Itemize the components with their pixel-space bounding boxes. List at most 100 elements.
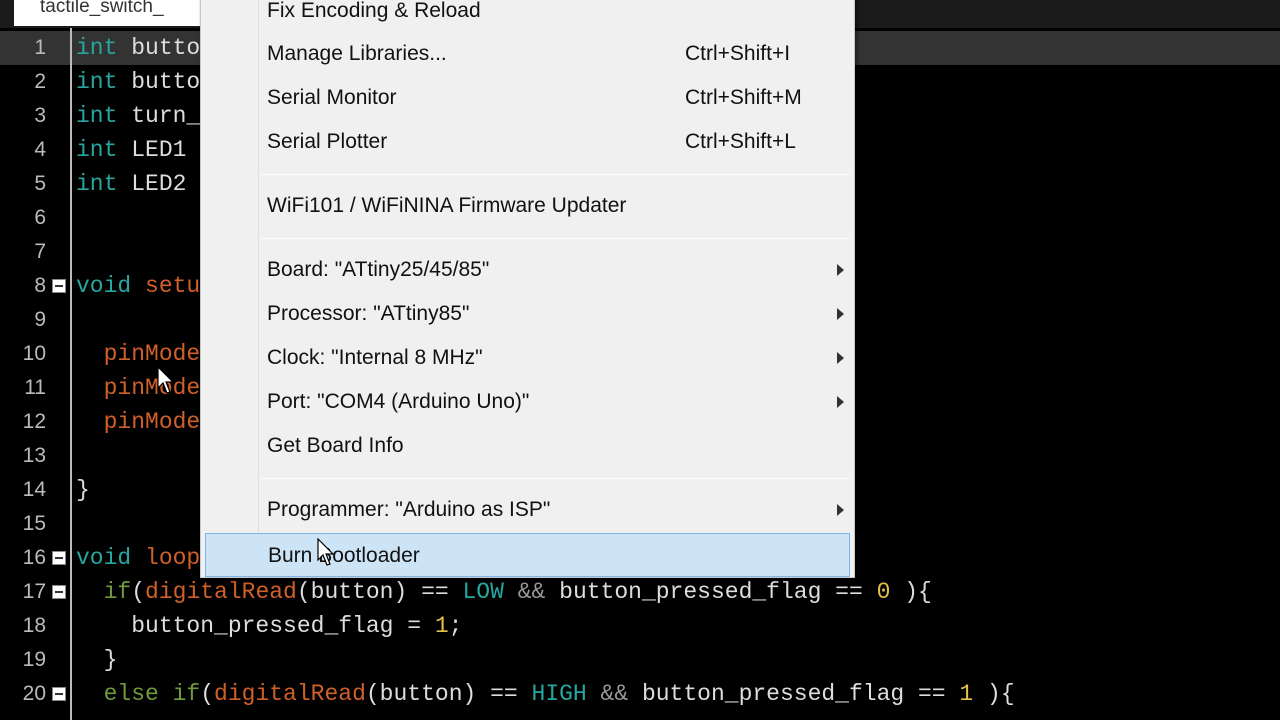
code-text: int butto [76,65,200,99]
menu-item-label: Programmer: "Arduino as ISP" [267,498,551,521]
code-token: button_pressed_flag == [641,681,960,707]
line-number: 10 [22,342,46,365]
menu-item-programmer-arduino-as-isp[interactable]: Programmer: "Arduino as ISP" [205,488,850,532]
code-line[interactable]: 18 button_pressed_flag = 1; [0,609,1280,643]
menu-item-serial-plotter[interactable]: Serial Plotter Ctrl+Shift+L [205,120,850,164]
line-number: 9 [34,308,46,331]
menu-item-label: Manage Libraries... [267,42,447,65]
menu-item-shortcut: Ctrl+Shift+M [685,86,802,109]
menu-item-label: WiFi101 / WiFiNINA Firmware Updater [267,194,627,217]
menu-item-wifi101-wifinina-firmware-updater[interactable]: WiFi101 / WiFiNINA Firmware Updater [205,184,850,228]
menu-item-label: Serial Monitor [267,86,397,109]
line-number: 14 [22,478,46,501]
menu-separator [261,174,849,175]
code-text: int butto [76,31,200,65]
menu-item-label: Clock: "Internal 8 MHz" [267,346,483,369]
code-token: loop [131,545,201,571]
submenu-arrow-icon [837,396,844,408]
code-text: void loop [76,541,200,575]
code-token: ; [448,613,463,639]
code-token: HIGH [531,681,587,707]
line-number: 5 [34,172,46,195]
code-token: LED1 [117,137,187,163]
code-token: int [76,137,118,163]
menu-item-serial-monitor[interactable]: Serial Monitor Ctrl+Shift+M [205,76,850,120]
code-text: void setu [76,269,200,303]
code-text: if(digitalRead(button) == LOW && button_… [76,575,932,609]
line-number: 12 [22,410,46,433]
line-number: 11 [24,376,46,399]
fold-toggle-icon[interactable] [52,279,66,293]
line-number: 4 [34,138,46,161]
menu-item-port-com4-arduino-uno[interactable]: Port: "COM4 (Arduino Uno)" [205,380,850,424]
code-token: int [76,69,118,95]
menu-item-label: Serial Plotter [267,130,388,153]
code-token: digitalRead [214,681,366,707]
submenu-arrow-icon [837,352,844,364]
code-token: button_pressed_flag = [76,613,435,639]
menu-item-fix-encoding-reload[interactable]: Fix Encoding & Reload [205,0,850,33]
code-token: ( [131,579,146,605]
code-token: } [76,477,90,503]
code-token: 1 [959,681,974,707]
menu-item-shortcut: Ctrl+Shift+L [685,130,796,153]
code-token: ( [200,681,215,707]
code-token: int [76,103,118,129]
code-token: pinMode [76,341,201,367]
tab-sketch[interactable]: tactile_switch_ [14,0,200,26]
code-token: && [586,681,642,707]
line-number: 17 [22,580,46,603]
menu-item-label: Board: "ATtiny25/45/85" [267,258,490,281]
menu-item-label: Get Board Info [267,434,404,457]
line-number: 19 [22,648,46,671]
code-line[interactable]: 19 } [0,643,1280,677]
code-text: button_pressed_flag = 1; [76,609,462,643]
line-number: 3 [34,104,46,127]
line-number: 6 [34,206,46,229]
line-number: 8 [34,274,46,297]
code-token: && [503,579,560,605]
menu-item-label: Burn Bootloader [268,544,420,567]
tools-menu: Fix Encoding & Reload Manage Libraries...… [200,0,855,578]
code-text: int LED1 [76,133,186,167]
code-token: else if [76,681,201,707]
menu-item-label: Fix Encoding & Reload [267,0,481,22]
line-number: 2 [34,70,46,93]
menu-item-manage-libraries[interactable]: Manage Libraries... Ctrl+Shift+I [205,32,850,76]
code-text: int turn_ [76,99,200,133]
fold-toggle-icon[interactable] [52,687,66,701]
code-token: int [76,171,118,197]
mouse-cursor-icon [317,538,335,566]
line-number: 16 [22,546,46,569]
code-text: } [76,643,118,677]
code-token: } [76,647,118,673]
menu-item-clock-internal-8-mhz[interactable]: Clock: "Internal 8 MHz" [205,336,850,380]
code-text: pinMode [76,337,201,371]
code-line[interactable]: 20 else if(digitalRead(button) == HIGH &… [0,677,1280,711]
line-number: 15 [22,512,46,535]
code-token: LOW [462,579,504,605]
submenu-arrow-icon [837,308,844,320]
code-line[interactable]: 17 if(digitalRead(button) == LOW && butt… [0,575,1280,609]
code-text: int LED2 [76,167,186,201]
tab-label: tactile_switch_ [40,0,164,17]
line-number: 20 [22,682,46,705]
menu-item-board-attiny25-45-85[interactable]: Board: "ATtiny25/45/85" [205,248,850,292]
code-token: LED2 [117,171,187,197]
code-token: butto [117,35,201,61]
fold-toggle-icon[interactable] [52,551,66,565]
code-token: button_pressed_flag == [559,579,877,605]
menu-item-burn-bootloader[interactable]: Burn Bootloader [205,533,850,577]
code-token: 1 [434,613,449,639]
code-token: pinMode [76,375,201,401]
code-token: (button) == [365,681,532,707]
menu-separator [261,478,849,479]
submenu-arrow-icon [837,264,844,276]
fold-toggle-icon[interactable] [52,585,66,599]
line-number: 18 [22,614,46,637]
menu-item-get-board-info[interactable]: Get Board Info [205,424,850,468]
line-number: 13 [22,444,46,467]
menu-item-processor-attiny85[interactable]: Processor: "ATtiny85" [205,292,850,336]
menu-item-label: Processor: "ATtiny85" [267,302,470,325]
code-token: (button) == [296,579,463,605]
